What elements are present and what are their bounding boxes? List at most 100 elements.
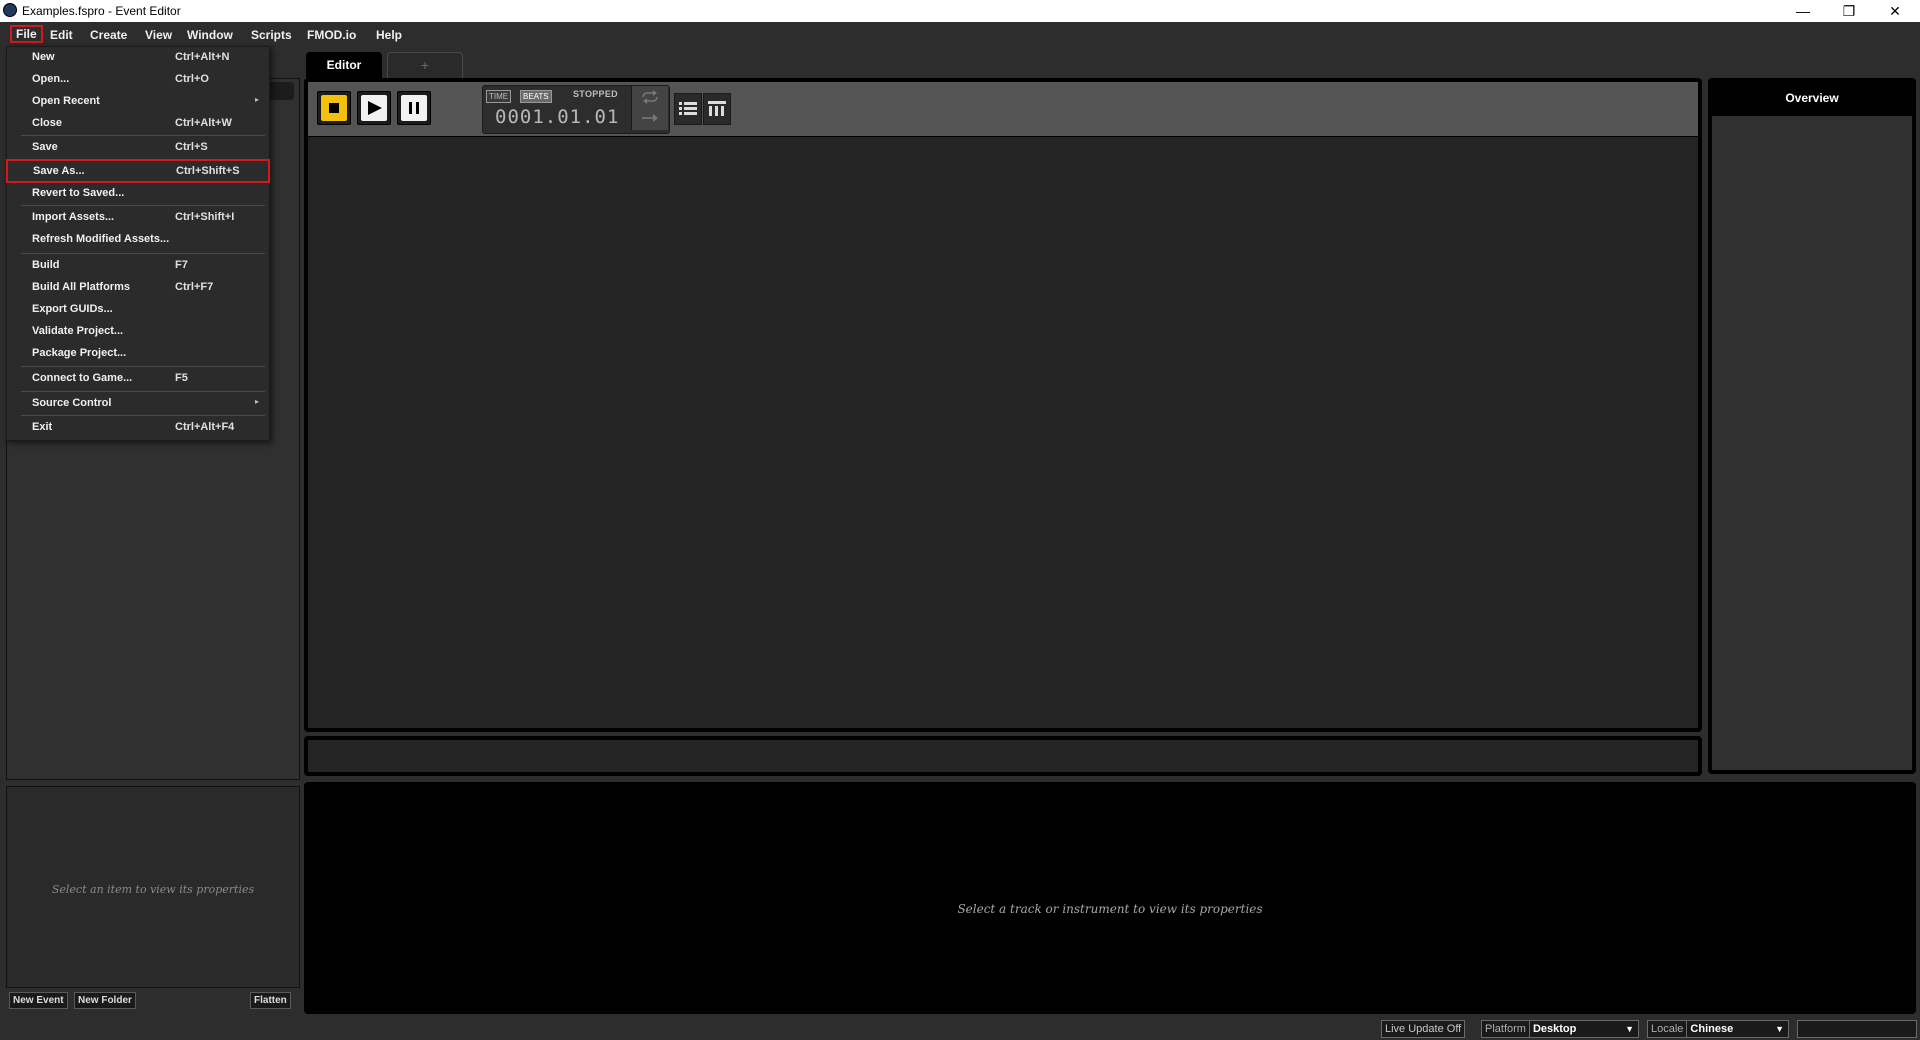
menu-item-build-all[interactable]: Build All Platforms Ctrl+F7: [7, 278, 269, 298]
list-view-icon: [679, 102, 697, 115]
status-field: [1797, 1020, 1917, 1038]
submenu-arrow-icon: ▸: [255, 95, 260, 104]
tab-editor[interactable]: Editor: [306, 52, 382, 78]
menu-item-shortcut: Ctrl+Shift+S: [176, 165, 240, 177]
menu-scripts[interactable]: Scripts: [247, 26, 296, 44]
menu-separator: [21, 205, 265, 206]
browser-props-message: Select an item to view its properties: [51, 883, 255, 896]
title-bar: Examples.fspro - Event Editor — ❐ ✕: [0, 0, 1920, 22]
pause-button-face: [401, 95, 427, 121]
menu-item-save[interactable]: Save Ctrl+S: [7, 138, 269, 158]
new-folder-button[interactable]: New Folder: [74, 992, 136, 1009]
parameter-bar[interactable]: [308, 740, 1698, 772]
menu-edit[interactable]: Edit: [46, 26, 77, 44]
window-title: Examples.fspro - Event Editor: [22, 4, 181, 18]
platform-select[interactable]: Platform Desktop ▼: [1481, 1020, 1639, 1038]
menu-bar: File Edit Create View Window Scripts FMO…: [0, 22, 1920, 46]
menu-item-refresh-assets[interactable]: Refresh Modified Assets...: [7, 230, 269, 250]
close-window-button[interactable]: ✕: [1872, 0, 1918, 22]
menu-item-label: Exit: [32, 421, 53, 433]
add-tab-button[interactable]: +: [387, 52, 463, 78]
list-view-button[interactable]: [674, 93, 702, 125]
menu-file[interactable]: File: [10, 25, 43, 43]
deck-panel: [304, 782, 1916, 1014]
locale-select[interactable]: Locale Chinese ▼: [1647, 1020, 1789, 1038]
chevron-down-icon: ▼: [1625, 1024, 1634, 1034]
pause-button[interactable]: [397, 91, 431, 125]
stop-button[interactable]: [317, 91, 351, 125]
menu-item-label: Close: [32, 117, 62, 129]
minimize-button[interactable]: —: [1780, 0, 1826, 22]
flatten-button[interactable]: Flatten: [250, 992, 291, 1009]
play-button[interactable]: [357, 91, 391, 125]
menu-window[interactable]: Window: [183, 26, 237, 44]
menu-item-shortcut: F5: [175, 372, 188, 384]
menu-item-label: Build All Platforms: [32, 281, 130, 293]
menu-item-shortcut: Ctrl+Shift+I: [175, 211, 235, 223]
play-button-face: [361, 95, 387, 121]
stop-icon: [329, 103, 339, 113]
menu-item-label: Refresh Modified Assets...: [32, 233, 170, 245]
menu-item-validate[interactable]: Validate Project...: [7, 322, 269, 342]
menu-help[interactable]: Help: [372, 26, 406, 44]
menu-item-close[interactable]: Close Ctrl+Alt+W: [7, 114, 269, 134]
menu-item-connect[interactable]: Connect to Game... F5: [7, 369, 269, 389]
menu-separator: [21, 415, 265, 416]
locale-label: Locale: [1648, 1021, 1688, 1037]
pause-icon: [409, 102, 419, 114]
menu-item-save-as[interactable]: Save As... Ctrl+Shift+S: [6, 159, 270, 183]
menu-item-label: New: [32, 51, 55, 63]
fmod-app-icon: [3, 3, 17, 17]
menu-item-label: Connect to Game...: [32, 372, 133, 384]
submenu-arrow-icon: ▸: [255, 397, 260, 406]
playback-status: STOPPED: [573, 89, 618, 99]
menu-create[interactable]: Create: [86, 26, 131, 44]
menu-item-shortcut: Ctrl+S: [175, 141, 208, 153]
menu-item-label: Open Recent: [32, 95, 100, 107]
restore-button[interactable]: ❐: [1826, 0, 1872, 22]
menu-item-import-assets[interactable]: Import Assets... Ctrl+Shift+I: [7, 208, 269, 228]
menu-view[interactable]: View: [141, 26, 176, 44]
menu-separator: [21, 135, 265, 136]
menu-item-label: Validate Project...: [32, 325, 124, 337]
platform-label: Platform: [1482, 1021, 1530, 1037]
menu-item-revert[interactable]: Revert to Saved...: [7, 184, 269, 204]
stop-button-face: [321, 95, 347, 121]
menu-item-shortcut: Ctrl+O: [175, 73, 209, 85]
menu-item-exit[interactable]: Exit Ctrl+Alt+F4: [7, 418, 269, 438]
menu-item-source-control[interactable]: Source Control ▸: [7, 394, 269, 414]
columns-view-button[interactable]: [703, 93, 731, 125]
columns-view-icon: [708, 101, 726, 116]
menu-item-open[interactable]: Open... Ctrl+O: [7, 70, 269, 90]
menu-item-export-guids[interactable]: Export GUIDs...: [7, 300, 269, 320]
deck-message: Select a track or instrument to view its…: [957, 902, 1263, 916]
menu-item-shortcut: Ctrl+F7: [175, 281, 214, 293]
menu-item-label: Save As...: [33, 165, 85, 177]
editor-canvas[interactable]: [308, 137, 1698, 728]
follow-playback-icon[interactable]: [640, 112, 660, 124]
locale-value: Chinese: [1690, 1023, 1734, 1035]
loop-icon[interactable]: [640, 90, 660, 104]
live-update-button[interactable]: Live Update Off: [1381, 1020, 1466, 1038]
menu-separator: [21, 253, 265, 254]
menu-item-build[interactable]: Build F7: [7, 256, 269, 276]
browser-properties-panel: Select an item to view its properties: [6, 786, 300, 988]
overview-title: Overview: [1785, 91, 1839, 105]
menu-item-label: Export GUIDs...: [32, 303, 113, 315]
menu-item-shortcut: Ctrl+Alt+F4: [175, 421, 235, 433]
beats-mode-button[interactable]: BEATS: [520, 90, 552, 103]
new-event-button[interactable]: New Event: [9, 992, 68, 1009]
platform-value: Desktop: [1532, 1023, 1577, 1035]
menu-item-shortcut: F7: [175, 259, 188, 271]
menu-item-shortcut: Ctrl+Alt+N: [175, 51, 230, 63]
menu-item-new[interactable]: New Ctrl+Alt+N: [7, 48, 269, 68]
overview-panel[interactable]: [1712, 116, 1912, 770]
timeline-position: 0001.01.01: [495, 106, 620, 128]
loop-controls: [631, 86, 668, 130]
menu-item-label: Open...: [32, 73, 70, 85]
menu-fmodio[interactable]: FMOD.io: [303, 26, 360, 44]
time-mode-button[interactable]: TIME: [486, 90, 512, 103]
menu-item-package[interactable]: Package Project...: [7, 344, 269, 364]
menu-item-open-recent[interactable]: Open Recent ▸: [7, 92, 269, 112]
play-icon: [368, 101, 382, 115]
